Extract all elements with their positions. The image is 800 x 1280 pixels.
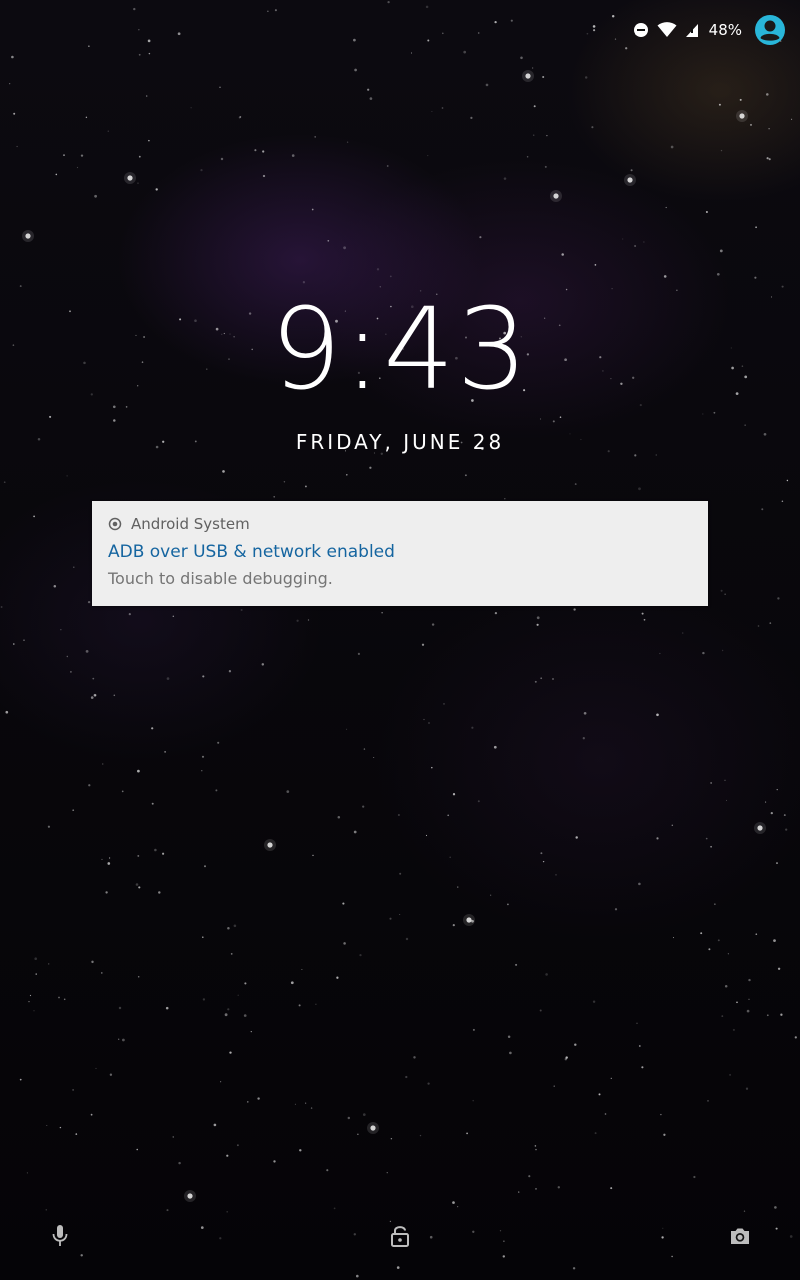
do-not-disturb-icon (633, 22, 649, 38)
notification-text: Touch to disable debugging. (108, 569, 333, 588)
signal-icon (685, 22, 699, 38)
battery-percentage: 48% (708, 21, 742, 39)
starfield-background (0, 0, 797, 1278)
adb-debugging-notification[interactable]: Android System ADB over USB & network en… (92, 501, 708, 606)
lock-icon[interactable] (380, 1216, 420, 1256)
user-avatar-icon[interactable] (754, 14, 786, 46)
notification-header: Android System (108, 515, 250, 533)
wifi-icon (657, 22, 677, 38)
lockscreen-clock: 9:43 (270, 285, 530, 415)
notification-app-name: Android System (131, 515, 250, 533)
status-bar: 48% (633, 14, 786, 46)
notification-title: ADB over USB & network enabled (108, 542, 395, 562)
android-system-icon (108, 517, 122, 531)
camera-icon[interactable] (720, 1216, 760, 1256)
wallpaper (0, 0, 800, 1280)
lockscreen-date: FRIDAY, JUNE 28 (295, 430, 505, 454)
microphone-icon[interactable] (40, 1216, 80, 1256)
